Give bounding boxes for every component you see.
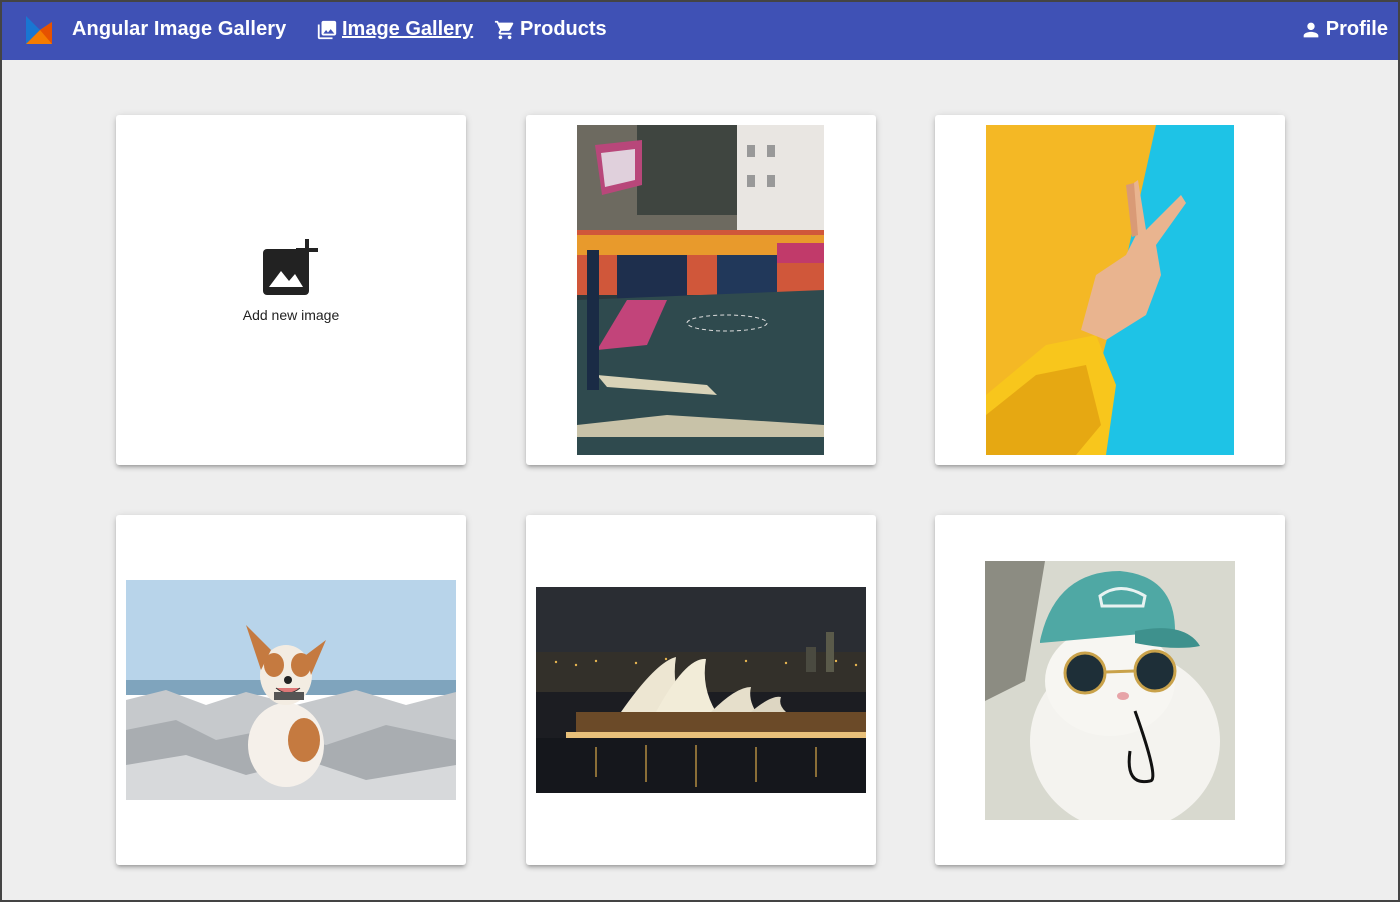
gallery-card[interactable] [526,515,876,865]
gallery-image-dog[interactable] [126,580,456,800]
add-image-label: Add new image [242,307,340,323]
gallery-image-cat[interactable] [985,561,1235,820]
app-logo-icon[interactable] [24,14,54,46]
gallery-card[interactable] [526,115,876,465]
add-image-card[interactable]: Add new image [116,115,466,465]
gallery-card[interactable] [935,115,1285,465]
nav-products[interactable]: Products [494,18,607,41]
top-toolbar: Angular Image Gallery Image Gallery Prod… [2,2,1398,60]
nav-image-gallery[interactable]: Image Gallery [316,18,473,41]
gallery-image-opera-house[interactable] [536,587,866,793]
gallery-image-peace-hand[interactable] [986,125,1234,455]
gallery-card[interactable] [116,515,466,865]
gallery-image-basketball-court[interactable] [577,125,824,455]
nav-profile[interactable]: Profile [1300,18,1388,41]
shopping-cart-icon [494,20,514,39]
gallery-card[interactable] [935,515,1285,865]
person-icon [1303,22,1319,37]
add-photo-icon [263,239,318,295]
nav-profile-label: Profile [1325,18,1388,40]
app-title: Angular Image Gallery [72,18,287,40]
photo-library-icon [317,20,337,39]
nav-products-label: Products [520,18,607,40]
nav-image-gallery-label: Image Gallery [342,18,474,40]
